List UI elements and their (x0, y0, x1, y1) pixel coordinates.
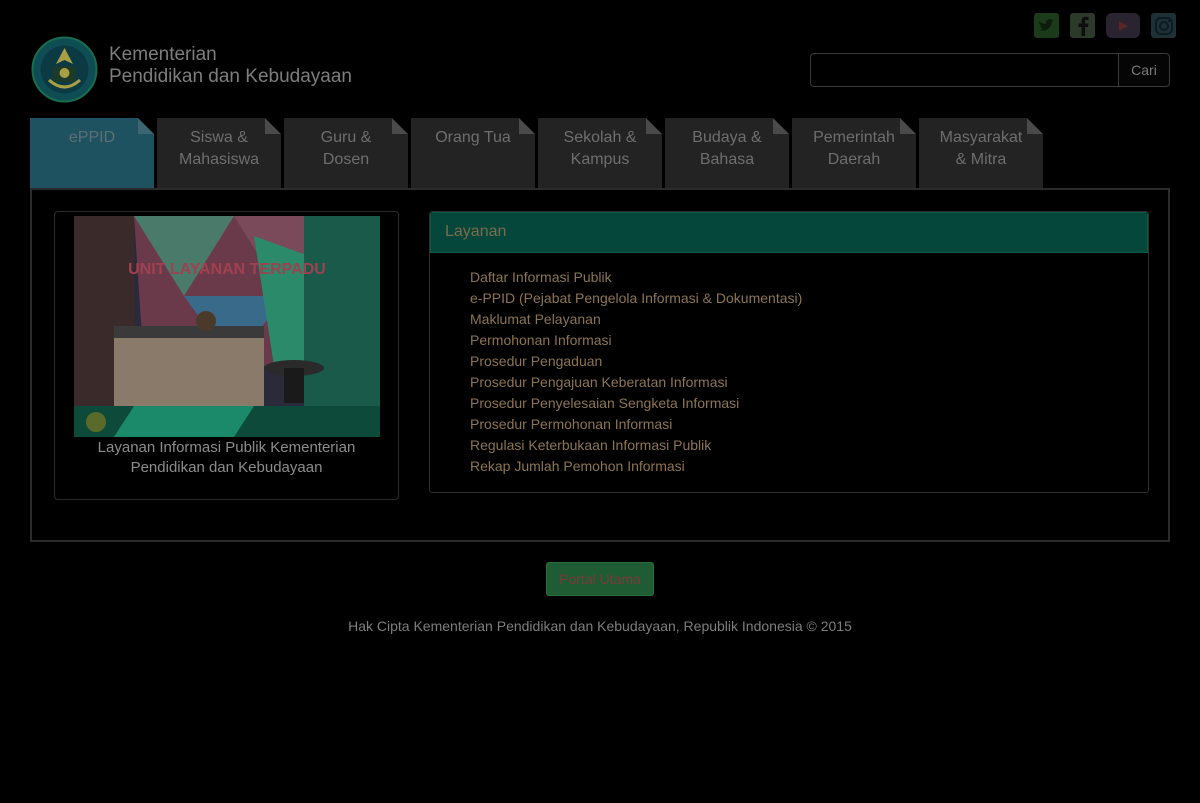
service-link-prosedur-pengajuan-keberatan[interactable]: Prosedur Pengajuan Keberatan Informasi (470, 372, 1148, 393)
tab-fold (138, 118, 154, 134)
services-title: Layanan (430, 212, 1148, 253)
tab-fold (1027, 118, 1043, 134)
tab-fold (900, 118, 916, 134)
tab-label: Orang Tua (435, 129, 511, 146)
instagram-icon[interactable] (1151, 13, 1176, 38)
tab-budaya-bahasa[interactable]: Budaya & Bahasa (665, 118, 789, 188)
photo-caption: Layanan Informasi Publik Kementerian Pen… (97, 439, 356, 476)
brand-title[interactable]: Kementerian Pendidikan dan Kebudayaan (109, 44, 352, 88)
service-photo-card: UNIT LAYANAN TERPADU Layanan Informasi P… (54, 211, 399, 500)
service-link-maklumat-pelayanan[interactable]: Maklumat Pelayanan (470, 309, 1148, 330)
services-panel: Layanan Daftar Informasi Publik e-PPID (… (429, 211, 1149, 493)
tab-eppid[interactable]: ePPID (30, 118, 154, 188)
tab-label: Guru & Dosen (320, 129, 372, 168)
tab-masyarakat-mitra[interactable]: Masyarakat & Mitra (919, 118, 1043, 188)
tab-fold (519, 118, 535, 134)
social-links (1034, 13, 1176, 38)
tab-label: Siswa & Mahasiswa (178, 129, 260, 168)
service-link-eppid[interactable]: e-PPID (Pejabat Pengelola Informasi & Do… (470, 288, 1148, 309)
tab-guru-dosen[interactable]: Guru & Dosen (284, 118, 408, 188)
brand-line-2: Pendidikan dan Kebudayaan (109, 66, 352, 87)
search-bar: Cari (810, 53, 1170, 87)
service-link-permohonan-informasi[interactable]: Permohonan Informasi (470, 330, 1148, 351)
service-link-prosedur-permohonan-informasi[interactable]: Prosedur Permohonan Informasi (470, 414, 1148, 435)
tab-sekolah-kampus[interactable]: Sekolah & Kampus (538, 118, 662, 188)
tut-wuri-handayani-logo-icon (31, 36, 98, 103)
service-link-daftar-informasi-publik[interactable]: Daftar Informasi Publik (470, 267, 1148, 288)
kemdikbud-logo[interactable] (31, 36, 98, 103)
tab-label: Pemerintah Daerah (813, 129, 895, 168)
content-panel: UNIT LAYANAN TERPADU Layanan Informasi P… (30, 188, 1170, 542)
facebook-icon[interactable] (1070, 13, 1095, 38)
tab-label: ePPID (68, 129, 116, 146)
service-link-prosedur-penyelesaian-sengketa[interactable]: Prosedur Penyelesaian Sengketa Informasi (470, 393, 1148, 414)
photo-sign-text: UNIT LAYANAN TERPADU (128, 261, 326, 278)
search-input[interactable] (810, 53, 1118, 87)
tab-pemerintah-daerah[interactable]: Pemerintah Daerah (792, 118, 916, 188)
tab-fold (646, 118, 662, 134)
tab-label: Masyarakat & Mitra (939, 129, 1023, 168)
service-link-rekap-jumlah-pemohon[interactable]: Rekap Jumlah Pemohon Informasi (470, 456, 1148, 477)
brand-line-1: Kementerian (109, 44, 217, 65)
portal-utama-button[interactable]: Portal Utama (546, 562, 654, 596)
tab-label: Budaya & Bahasa (692, 129, 762, 168)
service-office-photo: UNIT LAYANAN TERPADU (74, 216, 380, 437)
service-link-prosedur-pengaduan[interactable]: Prosedur Pengaduan (470, 351, 1148, 372)
footer-copyright: Hak Cipta Kementerian Pendidikan dan Keb… (348, 618, 852, 634)
services-list: Daftar Informasi Publik e-PPID (Pejabat … (430, 253, 1148, 477)
tab-fold (773, 118, 789, 134)
tab-fold (265, 118, 281, 134)
youtube-icon[interactable] (1106, 13, 1140, 38)
search-button[interactable]: Cari (1118, 53, 1170, 87)
tab-label: Sekolah & Kampus (563, 129, 637, 168)
service-link-regulasi-keterbukaan[interactable]: Regulasi Keterbukaan Informasi Publik (470, 435, 1148, 456)
twitter-icon[interactable] (1034, 13, 1059, 38)
main-nav-tabs: ePPID Siswa & Mahasiswa Guru & Dosen Ora… (30, 118, 1043, 188)
tab-siswa-mahasiswa[interactable]: Siswa & Mahasiswa (157, 118, 281, 188)
tab-orang-tua[interactable]: Orang Tua (411, 118, 535, 188)
tab-fold (392, 118, 408, 134)
